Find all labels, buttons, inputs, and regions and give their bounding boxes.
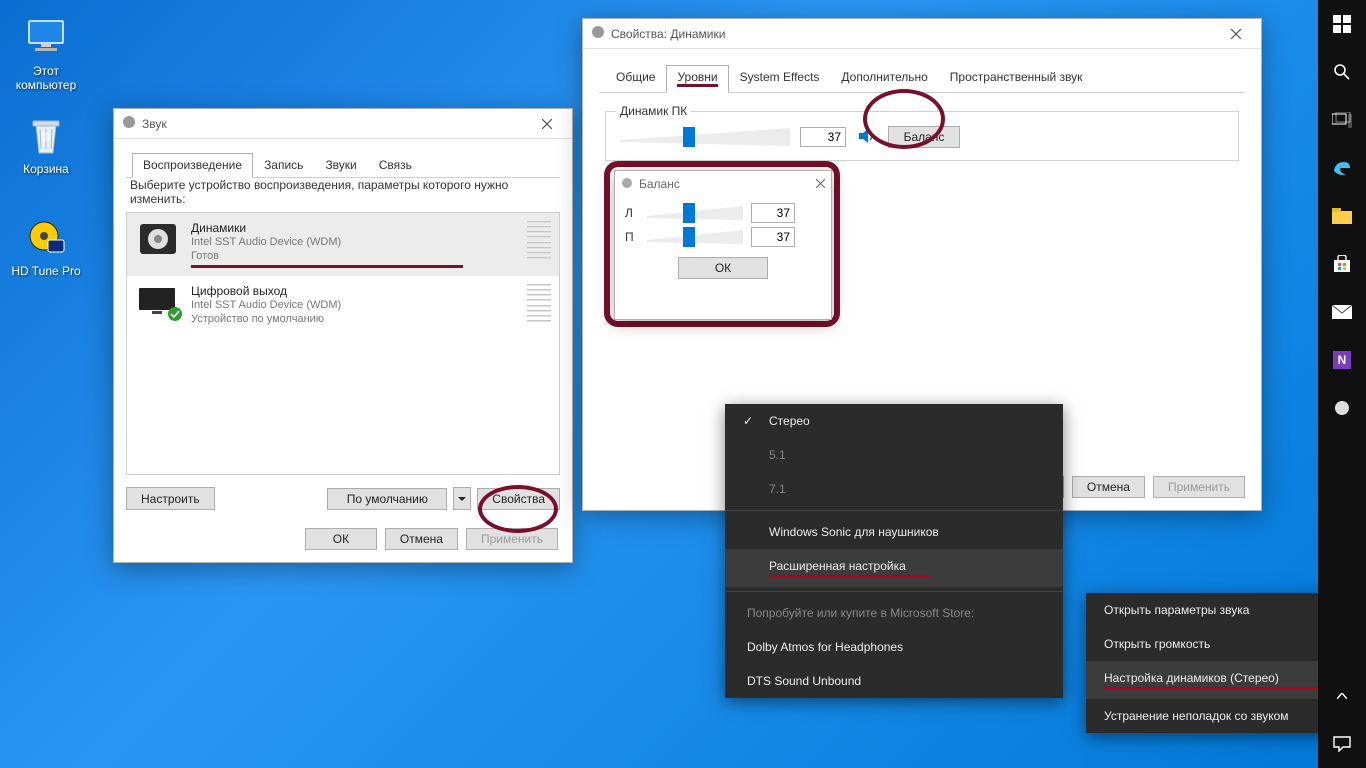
device-status: Устройство по умолчанию [191, 312, 521, 326]
window-title: Звук [142, 117, 167, 131]
set-default-dropdown[interactable] [453, 487, 471, 510]
file-explorer-icon[interactable] [1318, 192, 1366, 240]
apply-button[interactable]: Применить [466, 528, 558, 550]
tab-sounds[interactable]: Звуки [314, 153, 367, 177]
device-driver: Intel SST Audio Device (WDM) [191, 298, 521, 312]
sound-window: Звук Воспроизведение Запись Звуки Связь … [113, 108, 573, 563]
device-name: Динамики [191, 221, 521, 235]
cancel-button[interactable]: Отмена [1072, 476, 1145, 498]
taskbar: N [1318, 0, 1366, 768]
level-slider[interactable] [620, 128, 790, 146]
close-button[interactable] [816, 177, 825, 191]
store-icon[interactable] [1318, 240, 1366, 288]
dialog-title: Баланс [639, 177, 680, 191]
search-icon[interactable] [1318, 48, 1366, 96]
right-slider[interactable] [647, 228, 743, 246]
edge-icon[interactable] [1318, 144, 1366, 192]
menu-item-windows-sonic[interactable]: Windows Sonic для наушников [725, 515, 1063, 549]
level-meter [527, 221, 551, 259]
tab-spatial[interactable]: Пространственный звук [939, 65, 1094, 92]
spatial-sound-menu: Стерео 5.1 7.1 Windows Sonic для наушник… [725, 404, 1063, 698]
left-value[interactable] [751, 203, 795, 223]
device-list: Динамики Intel SST Audio Device (WDM) Го… [126, 212, 560, 475]
tabstrip: Воспроизведение Запись Звуки Связь [126, 149, 560, 178]
group-label: Динамик ПК [616, 104, 691, 118]
tabstrip: Общие Уровни System Effects Дополнительн… [599, 61, 1245, 93]
device-row-digital[interactable]: Цифровой выход Intel SST Audio Device (W… [127, 276, 559, 334]
onenote-icon[interactable]: N [1318, 336, 1366, 384]
device-name: Цифровой выход [191, 284, 521, 298]
close-button[interactable] [524, 110, 570, 138]
cancel-button[interactable]: Отмена [385, 528, 458, 550]
tab-levels[interactable]: Уровни [666, 65, 728, 93]
svg-text:N: N [1338, 353, 1347, 367]
menu-item-stereo[interactable]: Стерео [725, 404, 1063, 438]
left-slider[interactable] [647, 204, 743, 222]
task-view-icon[interactable] [1318, 96, 1366, 144]
properties-button[interactable]: Свойства [477, 488, 560, 510]
speaker-icon [591, 25, 605, 42]
ok-button[interactable]: ОК [305, 528, 377, 550]
menu-store-hint: Попробуйте или купите в Microsoft Store: [725, 596, 1063, 630]
tab-advanced[interactable]: Дополнительно [830, 65, 938, 92]
tab-general[interactable]: Общие [605, 65, 666, 92]
desktop-icon-recycle-bin[interactable]: Корзина [6, 112, 86, 176]
tab-recording[interactable]: Запись [253, 153, 314, 177]
balance-dialog: Баланс Л П ОК [614, 170, 832, 320]
menu-item-51[interactable]: 5.1 [725, 438, 1063, 472]
window-title: Свойства: Динамики [611, 27, 725, 41]
menu-item-dts[interactable]: DTS Sound Unbound [725, 664, 1063, 698]
menu-item-advanced-setup[interactable]: Расширенная настройка [725, 549, 1063, 587]
this-pc-icon [22, 14, 70, 62]
balance-button[interactable]: Баланс [888, 126, 960, 148]
close-button[interactable] [1213, 20, 1259, 48]
tab-communications[interactable]: Связь [368, 153, 423, 177]
right-label: П [625, 230, 639, 244]
apply-button[interactable]: Применить [1153, 476, 1245, 498]
ok-button[interactable]: ОК [678, 257, 768, 279]
configure-button[interactable]: Настроить [126, 487, 215, 510]
set-default-button[interactable]: По умолчанию [327, 488, 447, 510]
speakers-device-icon [135, 221, 181, 257]
start-button[interactable] [1318, 0, 1366, 48]
tab-system-effects[interactable]: System Effects [729, 65, 831, 92]
menu-item-71[interactable]: 7.1 [725, 472, 1063, 506]
hint-text: Выберите устройство воспроизведения, пар… [130, 178, 556, 206]
volume-tray-icon[interactable] [1318, 384, 1366, 432]
hdtune-icon [22, 214, 70, 262]
tab-playback[interactable]: Воспроизведение [132, 153, 253, 178]
desktop-icon-this-pc[interactable]: Этот компьютер [6, 14, 86, 92]
show-hidden-icons[interactable] [1318, 672, 1366, 720]
level-value[interactable] [800, 127, 846, 147]
device-status: Готов [191, 249, 521, 263]
device-row-speakers[interactable]: Динамики Intel SST Audio Device (WDM) Го… [127, 213, 559, 276]
level-meter [527, 284, 551, 322]
device-driver: Intel SST Audio Device (WDM) [191, 235, 521, 249]
menu-item-dolby[interactable]: Dolby Atmos for Headphones [725, 630, 1063, 664]
left-label: Л [625, 206, 639, 220]
mute-icon[interactable] [856, 128, 878, 147]
desktop-icon-hdtunepro[interactable]: HD Tune Pro [6, 214, 86, 278]
mail-icon[interactable] [1318, 288, 1366, 336]
right-value[interactable] [751, 227, 795, 247]
speaker-level-group: Динамик ПК Баланс [605, 111, 1239, 161]
action-center-icon[interactable] [1318, 720, 1366, 768]
digital-output-icon [135, 284, 181, 320]
speaker-icon [122, 115, 136, 132]
recycle-bin-icon [22, 112, 70, 160]
speaker-icon [621, 177, 633, 192]
